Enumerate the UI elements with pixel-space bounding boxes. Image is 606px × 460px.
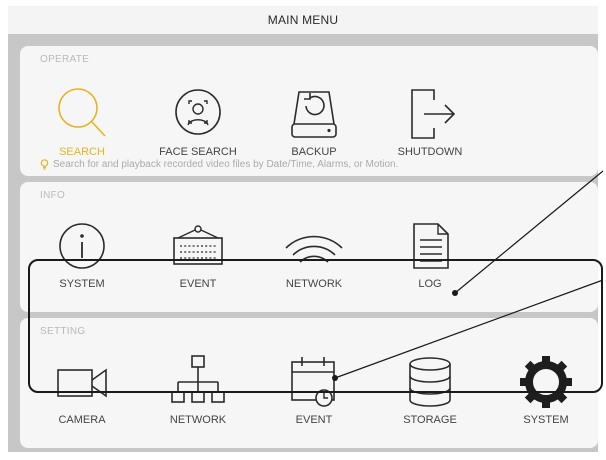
menu-item-setting-camera[interactable]: CAMERA [27,352,137,426]
main-menu-body: OPERATE SEARCH FACE SEARCH BACKUP SHUTDO… [8,34,598,452]
menu-item-label: LOG [418,278,442,290]
operate-section-label: OPERATE [40,54,90,65]
database-icon [409,357,451,407]
menu-item-label: SEARCH [59,146,105,158]
operate-section: OPERATE SEARCH FACE SEARCH BACKUP SHUTDO… [20,46,598,176]
shutdown-icon [411,89,456,139]
camera-icon [57,368,107,398]
menu-item-label: STORAGE [403,414,457,426]
menu-item-label: SHUTDOWN [397,146,463,158]
operate-hint: Search for and playback recorded video f… [40,159,398,170]
calendar-clock-icon [291,357,335,407]
info-section: INFO SYSTEM EVENT NETWORK LOG [20,182,598,312]
menu-item-label: NETWORK [169,414,227,426]
log-document-icon [413,223,449,269]
menu-item-info-event[interactable]: EVENT [143,216,253,290]
info-icon [59,223,105,269]
menu-item-setting-network[interactable]: NETWORK [143,352,253,426]
gear-icon [520,356,572,408]
menu-item-label: CAMERA [58,414,106,426]
setting-section: SETTING CAMERA NETWORK EVENT STORAGE SYS… [20,318,598,448]
face-search-icon [175,89,221,135]
lightbulb-icon [40,159,49,170]
menu-item-info-log[interactable]: LOG [375,216,485,290]
backup-icon [291,91,337,138]
info-section-label: INFO [40,190,66,201]
menu-item-face-search[interactable]: FACE SEARCH [143,84,253,158]
menu-item-label: FACE SEARCH [159,146,237,158]
menu-item-label: EVENT [179,278,217,290]
menu-item-setting-storage[interactable]: STORAGE [375,352,485,426]
menu-item-setting-system[interactable]: SYSTEM [491,352,598,426]
menu-item-label: NETWORK [285,278,343,290]
menu-item-backup[interactable]: BACKUP [259,84,369,158]
menu-item-setting-event[interactable]: EVENT [259,352,369,426]
menu-item-info-network[interactable]: NETWORK [259,216,369,290]
event-panel-icon [173,225,223,265]
search-icon [58,88,106,137]
menu-item-label: SYSTEM [59,278,105,290]
menu-item-label: EVENT [295,414,333,426]
hint-text: Search for and playback recorded video f… [53,159,399,170]
menu-item-label: BACKUP [291,146,337,158]
wifi-icon [285,235,343,263]
network-tree-icon [171,355,225,403]
setting-section-label: SETTING [40,326,86,337]
menu-item-shutdown[interactable]: SHUTDOWN [375,84,485,158]
page-title: MAIN MENU [8,6,598,34]
menu-item-label: SYSTEM [523,414,569,426]
menu-item-search[interactable]: SEARCH [27,84,137,158]
menu-item-info-system[interactable]: SYSTEM [27,216,137,290]
